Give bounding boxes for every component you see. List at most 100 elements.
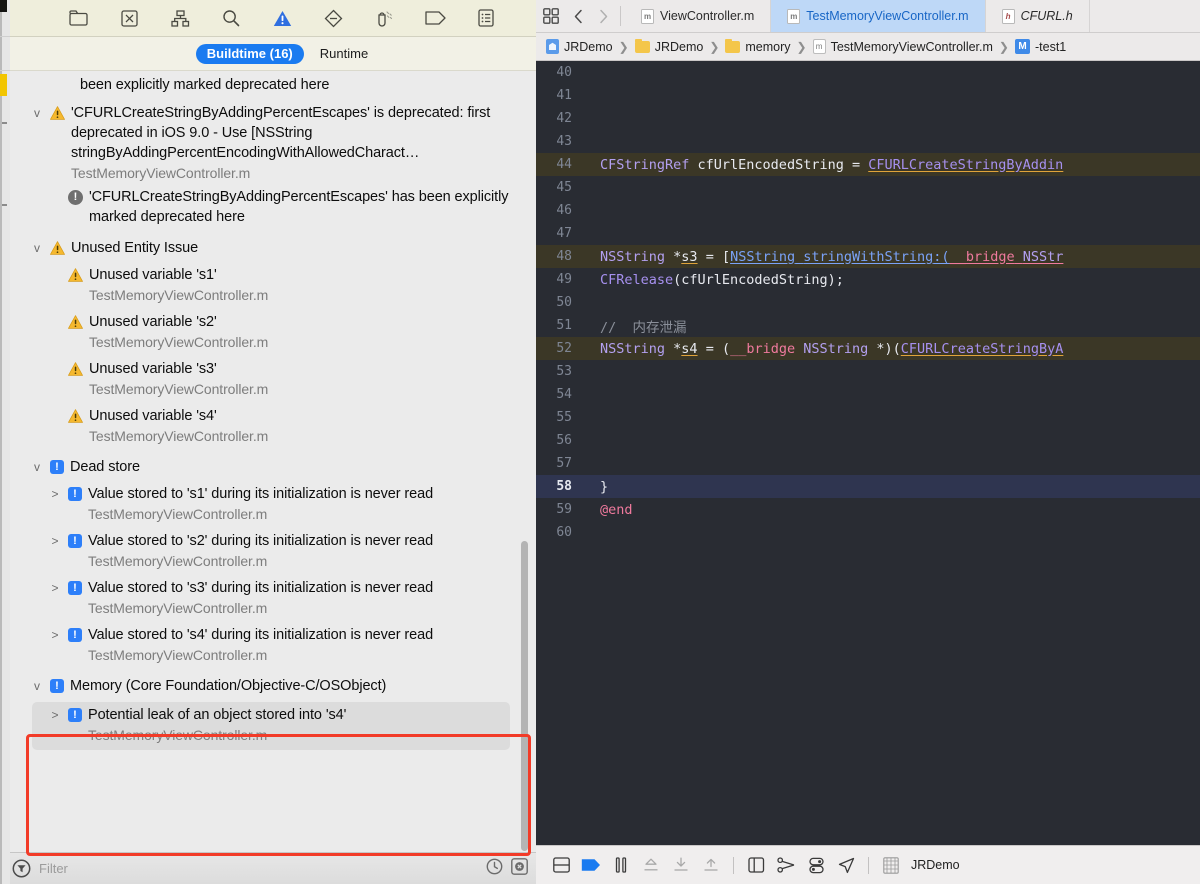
navigate-back-button[interactable] [566,0,591,32]
location-icon[interactable] [831,852,861,878]
source-code-editor[interactable]: 40 41 42 43 44 CFStringRef cfUrlEncodedString… [536,61,1200,845]
list-item[interactable]: > Unused variable 's2' TestMemoryViewCon… [48,312,522,352]
filter-funnel-icon[interactable] [12,859,31,878]
issue-file: TestMemoryViewController.m [71,165,251,181]
symbol-hierarchy-icon[interactable] [170,8,191,29]
line-number: 55 [556,410,572,425]
recent-clock-icon[interactable] [486,858,503,880]
tab-testmemoryviewcontroller-m[interactable]: m TestMemoryViewController.m [771,0,986,32]
warning-icon [50,241,65,255]
code-line[interactable]: 52 NSString *s4 = (__bridge NSString *)(C… [536,337,1200,360]
code-line[interactable]: 41 [536,84,1200,107]
code-token: NSStr [1022,248,1064,265]
issue-warning-icon[interactable] [272,8,293,29]
list-item[interactable]: > Unused variable 's1' TestMemoryViewCon… [48,265,522,305]
thumbnail-grid-icon[interactable] [536,0,566,32]
issue-scope-switch[interactable]: Buildtime (16) Runtime [0,37,536,71]
list-item[interactable]: v ! Dead store > ! Value stored to 's1' … [10,457,536,665]
list-item[interactable]: > Unused variable 's4' TestMemoryViewCon… [48,406,522,446]
breadcrumb-item-memory[interactable]: memory [725,38,791,54]
code-line[interactable]: 57 [536,452,1200,475]
tab-buildtime[interactable]: Buildtime (16) [195,43,304,64]
issue-list[interactable]: been explicitly marked deprecated here v… [0,71,536,852]
folder-icon [725,38,741,53]
view-debug-icon[interactable] [741,852,771,878]
method-icon: M [1014,39,1030,54]
code-line[interactable]: 59 @end [536,498,1200,521]
env-overrides-icon[interactable] [801,852,831,878]
disclosure-triangle[interactable]: v [30,676,44,696]
list-item[interactable]: > ! Value stored to 's4' during its init… [48,625,522,665]
issue-title: Value stored to 's3' during its initiali… [88,580,434,596]
tab-cfurl-h[interactable]: h CFURL.h [986,0,1090,32]
code-line[interactable]: 48 NSString *s3 = [NSString stringWithStr… [536,245,1200,268]
issue-title: Value stored to 's4' during its initiali… [88,627,434,643]
list-item[interactable]: v ! Memory (Core Foundation/Objective-C/… [10,676,536,750]
code-line[interactable]: 53 [536,360,1200,383]
folder-icon[interactable] [68,8,89,29]
breadcrumb-item-file[interactable]: m TestMemoryViewController.m [812,39,993,54]
editor-tab-bar[interactable]: m ViewController.m m TestMemoryViewContr… [536,0,1200,33]
list-item[interactable]: v 'CFURLCreateStringByAddingPercentEscap… [10,103,536,227]
breadcrumb-item-project[interactable]: JRDemo [546,39,613,54]
code-line[interactable]: 44 CFStringRef cfUrlEncodedString = CFURL… [536,153,1200,176]
scheme-label[interactable]: JRDemo [911,858,960,872]
filter-bar[interactable]: Filter [0,852,536,884]
disclosure-triangle[interactable]: > [48,531,62,551]
breadcrumb[interactable]: JRDemo ❯ JRDemo ❯ memory ❯ m TestMemoryV… [536,33,1200,61]
code-line[interactable]: 58} [536,475,1200,498]
code-line[interactable]: 56 [536,429,1200,452]
mem-graph-icon[interactable] [771,852,801,878]
line-number: 49 [556,272,572,287]
code-line[interactable]: 43 [536,130,1200,153]
step-over-icon [636,852,666,878]
disclosure-triangle[interactable]: > [48,484,62,504]
grid-icon[interactable] [876,852,906,878]
pause-icon[interactable] [606,852,636,878]
debug-bar[interactable]: JRDemo [536,845,1200,884]
navigator-selector-bar[interactable] [0,0,536,37]
clear-x-icon[interactable] [511,857,528,880]
navigator-scrollbar[interactable] [521,541,528,851]
report-icon[interactable] [476,8,497,29]
line-number: 47 [556,226,572,241]
tab-viewcontroller-m[interactable]: m ViewController.m [625,0,772,32]
code-line[interactable]: 49 CFRelease(cfUrlEncodedString); [536,268,1200,291]
code-line[interactable]: 51 // 内存泄漏 [536,314,1200,337]
code-line[interactable]: 55 [536,406,1200,429]
list-item[interactable]: v Unused Entity Issue > Unused variable … [10,238,536,446]
breadcrumb-item-method[interactable]: M -test1 [1014,39,1066,54]
disclosure-triangle[interactable]: v [30,238,44,258]
code-line[interactable]: 40 [536,61,1200,84]
search-icon[interactable] [221,8,242,29]
list-item[interactable]: > ! Value stored to 's1' during its init… [48,484,522,524]
code-line[interactable]: 42 [536,107,1200,130]
list-item-selected[interactable]: > ! Potential leak of an object stored i… [32,702,510,750]
list-item[interactable]: > Unused variable 's3' TestMemoryViewCon… [48,359,522,399]
navigate-forward-button[interactable] [591,0,616,32]
list-item[interactable]: > ! 'CFURLCreateStringByAddingPercentEsc… [48,187,522,227]
test-diamond-icon[interactable] [323,8,344,29]
breadcrumb-item-group[interactable]: JRDemo [634,38,703,54]
code-line[interactable]: 54 [536,383,1200,406]
code-token: :( [933,248,950,265]
filter-input[interactable]: Filter [39,861,478,876]
disclosure-triangle[interactable]: v [30,457,44,477]
code-line[interactable]: 50 [536,291,1200,314]
code-line[interactable]: 47 [536,222,1200,245]
code-line[interactable]: 60 [536,521,1200,544]
disclosure-triangle[interactable]: > [48,705,62,725]
list-item[interactable]: > ! Value stored to 's3' during its init… [48,578,522,618]
breakpoint-tag-icon[interactable] [424,8,446,29]
disclosure-triangle[interactable]: > [48,578,62,598]
disclosure-triangle[interactable]: v [30,103,44,123]
debug-icon[interactable] [374,8,395,29]
split-editor-icon[interactable] [546,852,576,878]
source-control-icon[interactable] [119,8,140,29]
disclosure-triangle[interactable]: > [48,625,62,645]
code-line[interactable]: 46 [536,199,1200,222]
tab-runtime[interactable]: Runtime [320,46,368,61]
list-item[interactable]: > ! Value stored to 's2' during its init… [48,531,522,571]
code-line[interactable]: 45 [536,176,1200,199]
breakpoint-flag-icon[interactable] [576,852,606,878]
